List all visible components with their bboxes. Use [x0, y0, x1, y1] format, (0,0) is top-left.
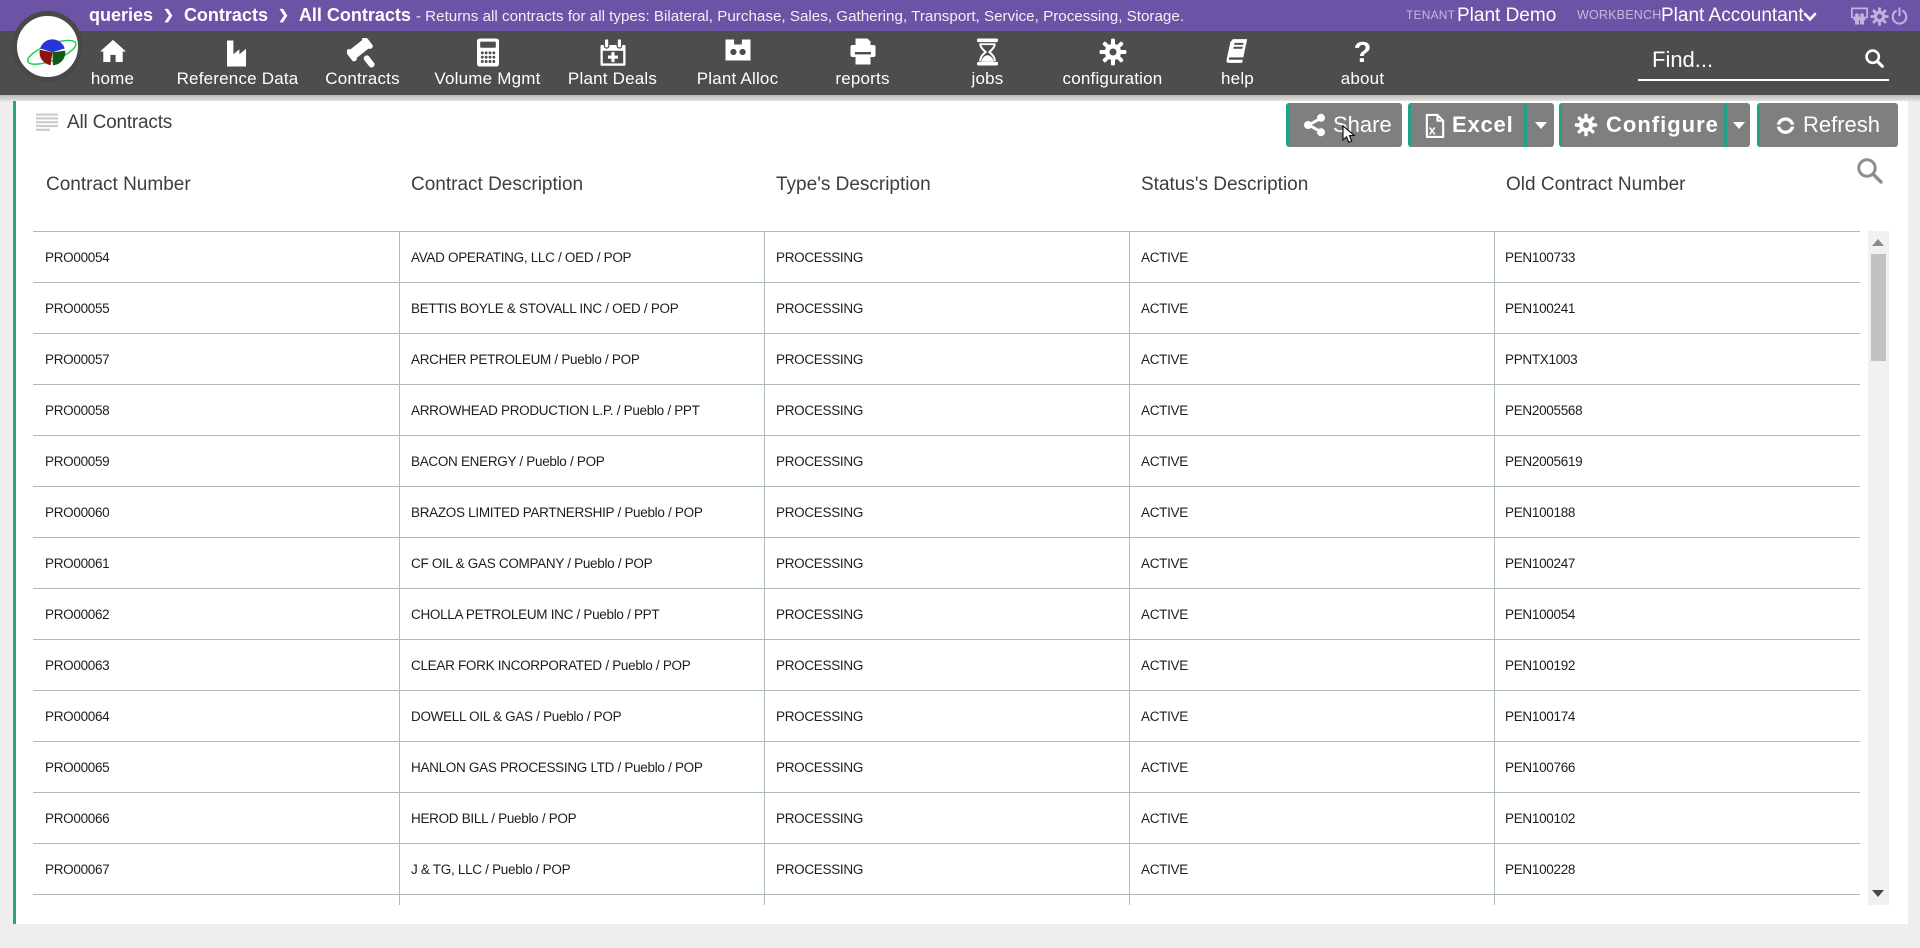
svg-text:x: x — [1429, 123, 1437, 138]
